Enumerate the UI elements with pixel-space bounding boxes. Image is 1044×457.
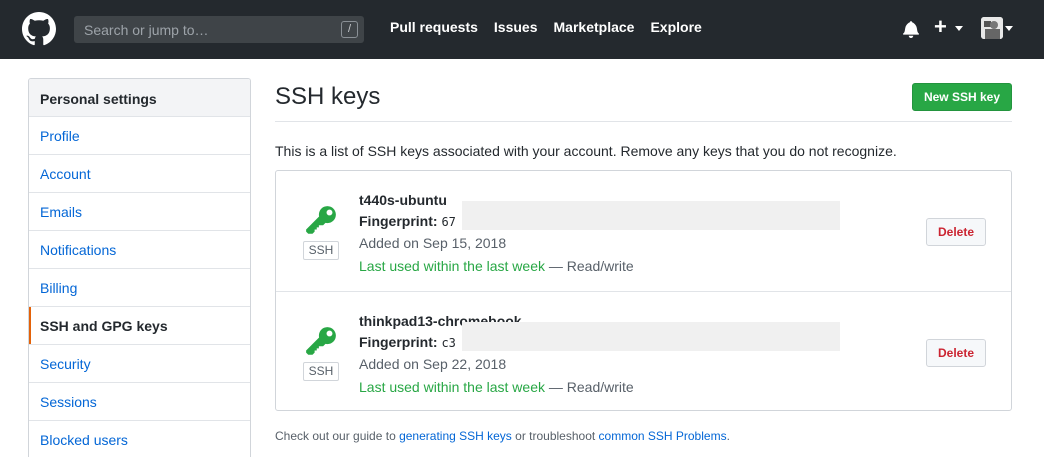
- user-menu-chevron-icon[interactable]: [1005, 26, 1013, 31]
- ssh-keys-description: This is a list of SSH keys associated wi…: [275, 143, 897, 159]
- github-logo-icon[interactable]: [22, 12, 56, 46]
- fingerprint-value: 67: [441, 215, 456, 229]
- sidebar-item-billing[interactable]: Billing: [29, 269, 250, 307]
- footer-text-pre: Check out our guide to: [275, 429, 400, 443]
- key-added-date: Added on Sep 22, 2018: [359, 356, 507, 372]
- key-fingerprint: Fingerprint: c3: [359, 334, 456, 350]
- sidebar-item-security[interactable]: Security: [29, 345, 250, 383]
- nav-issues[interactable]: Issues: [494, 19, 538, 35]
- sidebar-item-ssh-gpg-keys[interactable]: SSH and GPG keys: [29, 307, 250, 345]
- main-nav: Pull requests Issues Marketplace Explore: [390, 19, 702, 35]
- key-icon: [306, 206, 336, 234]
- generating-ssh-keys-link[interactable]: generating SSH keys: [399, 429, 512, 443]
- delete-key-button[interactable]: Delete: [926, 218, 986, 246]
- key-last-used: Last used within the last week — Read/wr…: [359, 379, 634, 395]
- new-ssh-key-button[interactable]: New SSH key: [912, 83, 1012, 111]
- create-new-button[interactable]: +: [934, 14, 947, 40]
- sidebar-item-account[interactable]: Account: [29, 155, 250, 193]
- ssh-help-footer: Check out our guide to generating SSH ke…: [275, 429, 730, 443]
- ssh-key-row: SSH thinkpad13-chromebook Fingerprint: c…: [276, 291, 1011, 411]
- ssh-badge: SSH: [303, 362, 339, 381]
- search-placeholder: Search or jump to…: [84, 22, 209, 38]
- avatar-image-icon: [981, 17, 1003, 39]
- footer-text-post: .: [726, 429, 730, 443]
- key-icon: [306, 327, 336, 355]
- nav-pull-requests[interactable]: Pull requests: [390, 19, 478, 35]
- redacted-fingerprint-block: [462, 322, 840, 351]
- title-divider: [275, 121, 1012, 122]
- common-ssh-problems-link[interactable]: common SSH Problems: [599, 429, 727, 443]
- last-used-text: Last used within the last week: [359, 379, 545, 395]
- key-last-used: Last used within the last week — Read/wr…: [359, 258, 634, 274]
- sidebar-item-sessions[interactable]: Sessions: [29, 383, 250, 421]
- page-title: SSH keys: [275, 83, 381, 110]
- user-avatar[interactable]: [981, 17, 1003, 39]
- fingerprint-label: Fingerprint:: [359, 334, 438, 350]
- nav-explore[interactable]: Explore: [650, 19, 701, 35]
- top-header: Search or jump to… / Pull requests Issue…: [0, 0, 1044, 59]
- bell-icon[interactable]: [903, 20, 919, 38]
- key-title: t440s-ubuntu: [359, 192, 447, 208]
- ssh-key-list: SSH t440s-ubuntu Fingerprint: 67 Added o…: [275, 170, 1012, 411]
- sidebar-item-emails[interactable]: Emails: [29, 193, 250, 231]
- sidebar-item-blocked-users[interactable]: Blocked users: [29, 421, 250, 457]
- sidebar-item-profile[interactable]: Profile: [29, 117, 250, 155]
- ssh-badge: SSH: [303, 241, 339, 260]
- redacted-fingerprint-block: [462, 201, 840, 230]
- footer-text-mid: or troubleshoot: [511, 429, 599, 443]
- search-shortcut-key: /: [341, 21, 358, 38]
- fingerprint-label: Fingerprint:: [359, 213, 438, 229]
- nav-marketplace[interactable]: Marketplace: [554, 19, 635, 35]
- ssh-key-row: SSH t440s-ubuntu Fingerprint: 67 Added o…: [276, 171, 1011, 291]
- access-level-text: — Read/write: [545, 379, 634, 395]
- access-level-text: — Read/write: [545, 258, 634, 274]
- search-input[interactable]: Search or jump to… /: [74, 16, 364, 43]
- sidebar-item-notifications[interactable]: Notifications: [29, 231, 250, 269]
- delete-key-button[interactable]: Delete: [926, 339, 986, 367]
- settings-sidebar: Personal settings Profile Account Emails…: [28, 78, 251, 457]
- fingerprint-value: c3: [441, 336, 456, 350]
- last-used-text: Last used within the last week: [359, 258, 545, 274]
- create-dropdown-chevron-icon[interactable]: [955, 26, 963, 31]
- key-added-date: Added on Sep 15, 2018: [359, 235, 507, 251]
- key-fingerprint: Fingerprint: 67: [359, 213, 456, 229]
- sidebar-heading: Personal settings: [29, 79, 250, 117]
